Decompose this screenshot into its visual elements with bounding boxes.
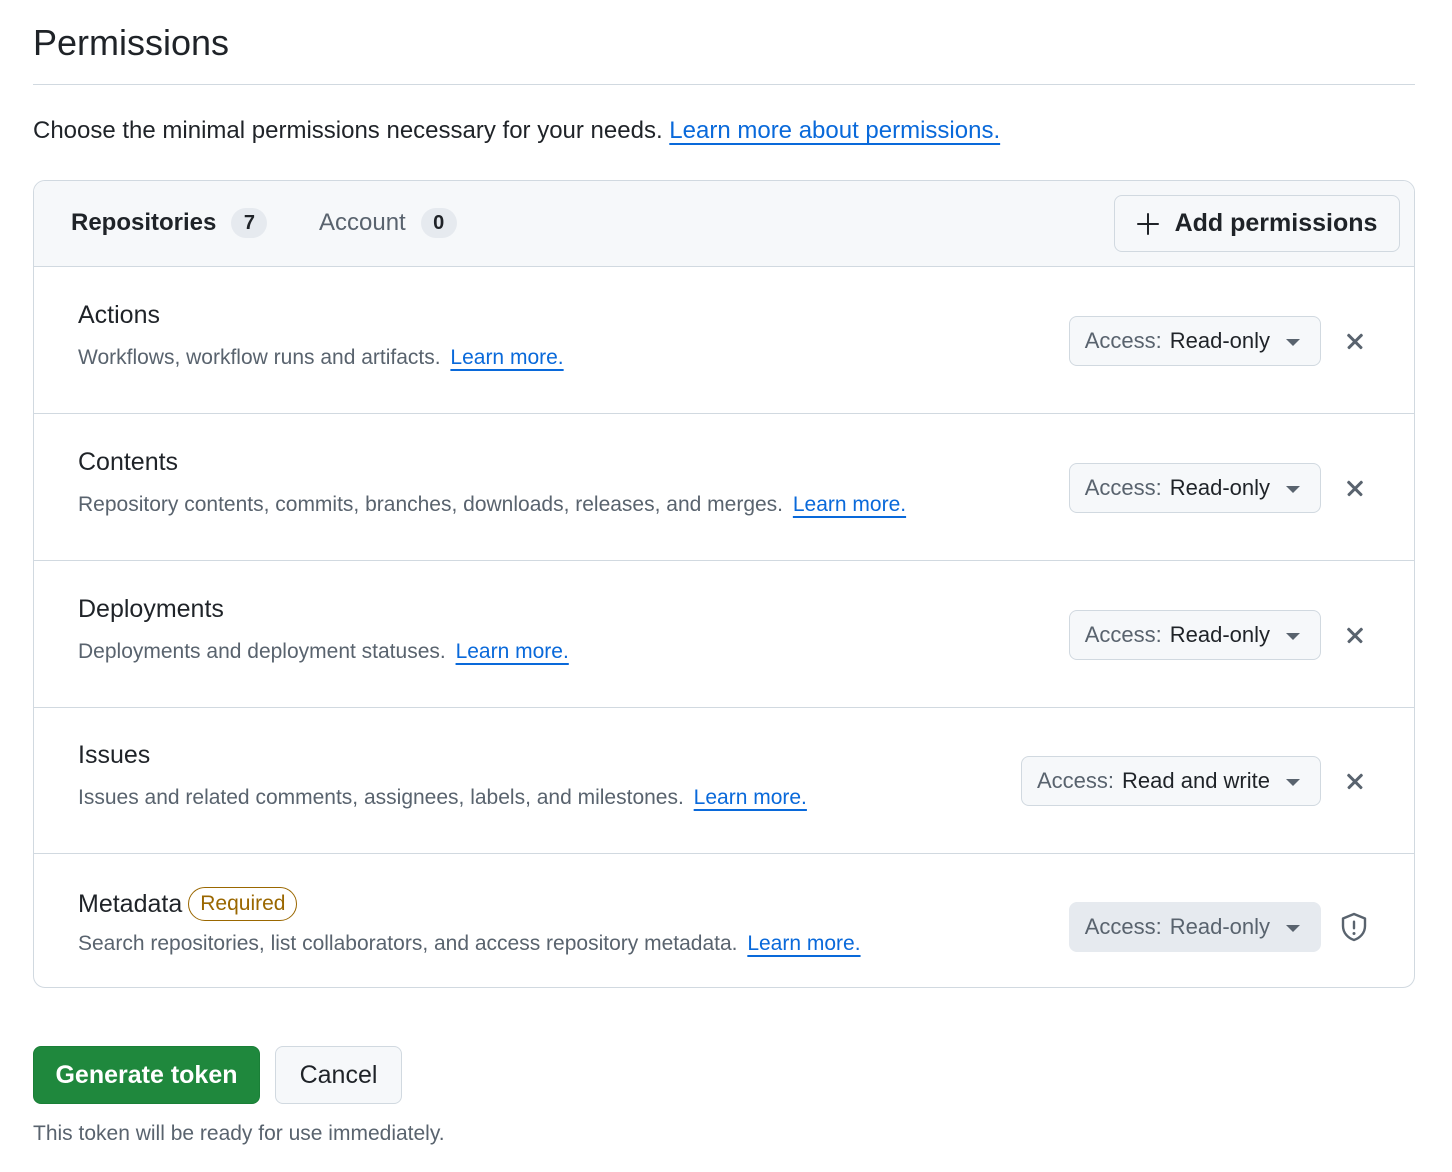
access-value: Read-only xyxy=(1169,622,1270,647)
permission-row-deployments: Deployments Deployments and deployment s… xyxy=(34,561,1414,708)
access-label: Access: xyxy=(1084,622,1162,647)
repositories-count-badge: 7 xyxy=(231,208,268,238)
access-dropdown[interactable]: Access: Read-only xyxy=(1068,463,1321,513)
generate-token-button[interactable]: Generate token xyxy=(33,1046,260,1104)
remove-permission-x-icon[interactable] xyxy=(1340,766,1370,796)
triangle-down-icon xyxy=(1286,779,1300,786)
permission-row-issues: Issues Issues and related comments, assi… xyxy=(34,708,1414,854)
learn-more-link[interactable]: Learn more. xyxy=(450,346,563,369)
triangle-down-icon xyxy=(1286,633,1300,640)
access-dropdown-disabled: Access: Read-only xyxy=(1068,902,1321,952)
permissions-panel: Repositories 7 Account 0 Add permissions… xyxy=(33,180,1415,988)
permission-description-text: Issues and related comments, assignees, … xyxy=(78,786,684,809)
remove-permission-x-icon[interactable] xyxy=(1340,473,1370,503)
learn-more-link[interactable]: Learn more. xyxy=(793,493,906,516)
plus-icon xyxy=(1136,212,1159,235)
cancel-button[interactable]: Cancel xyxy=(275,1046,402,1104)
permission-row-contents: Contents Repository contents, commits, b… xyxy=(34,414,1414,561)
permission-description-text: Deployments and deployment statuses. xyxy=(78,640,446,663)
permission-name-text: Metadata xyxy=(78,889,183,918)
intro-text: Choose the minimal permissions necessary… xyxy=(33,117,1000,145)
permission-name: Metadata Required xyxy=(78,887,298,921)
title-divider xyxy=(33,84,1415,85)
permission-description: Search repositories, list collaborators,… xyxy=(78,932,861,956)
triangle-down-icon xyxy=(1286,486,1300,493)
permission-description-text: Workflows, workflow runs and artifacts. xyxy=(78,346,441,369)
tab-repositories-label: Repositories xyxy=(71,209,217,236)
permission-description: Deployments and deployment statuses. Lea… xyxy=(78,640,569,664)
access-label: Access: xyxy=(1084,328,1162,353)
access-dropdown[interactable]: Access: Read and write xyxy=(1020,756,1321,806)
access-value: Read-only xyxy=(1169,914,1270,939)
remove-permission-x-icon[interactable] xyxy=(1340,620,1370,650)
triangle-down-icon xyxy=(1286,925,1300,932)
permission-description: Issues and related comments, assignees, … xyxy=(78,786,807,810)
token-ready-note: This token will be ready for use immedia… xyxy=(33,1122,445,1145)
learn-more-link[interactable]: Learn more. xyxy=(456,640,569,663)
access-dropdown[interactable]: Access: Read-only xyxy=(1068,316,1321,366)
access-value: Read-only xyxy=(1169,475,1270,500)
remove-permission-x-icon[interactable] xyxy=(1340,326,1370,356)
permission-name: Issues xyxy=(78,741,151,769)
access-value: Read and write xyxy=(1122,768,1270,793)
required-badge: Required xyxy=(188,887,298,921)
add-permissions-label: Add permissions xyxy=(1174,209,1378,237)
permission-description-text: Search repositories, list collaborators,… xyxy=(78,932,738,955)
page-title: Permissions xyxy=(33,22,230,63)
learn-more-link[interactable]: Learn more. xyxy=(747,932,860,955)
add-permissions-button[interactable]: Add permissions xyxy=(1114,195,1400,252)
tab-account-label: Account xyxy=(319,209,406,236)
tab-repositories[interactable]: Repositories 7 xyxy=(71,208,268,238)
permission-row-actions: Actions Workflows, workflow runs and art… xyxy=(34,267,1414,414)
permission-name: Deployments xyxy=(78,595,224,623)
tab-account[interactable]: Account 0 xyxy=(319,208,457,238)
shield-icon xyxy=(1341,912,1367,942)
intro-description: Choose the minimal permissions necessary… xyxy=(33,117,663,144)
access-dropdown[interactable]: Access: Read-only xyxy=(1068,610,1321,660)
access-label: Access: xyxy=(1084,914,1162,939)
access-value: Read-only xyxy=(1169,328,1270,353)
permission-row-metadata: Metadata Required Search repositories, l… xyxy=(34,854,1414,987)
learn-more-link[interactable]: Learn more. xyxy=(694,786,807,809)
permission-name: Actions xyxy=(78,301,160,329)
permission-name: Contents xyxy=(78,448,179,476)
account-count-badge: 0 xyxy=(420,208,457,238)
access-label: Access: xyxy=(1036,768,1115,793)
learn-more-permissions-link[interactable]: Learn more about permissions. xyxy=(669,117,1000,144)
permissions-tabbar: Repositories 7 Account 0 Add permissions xyxy=(34,181,1414,267)
triangle-down-icon xyxy=(1286,339,1300,346)
permission-description-text: Repository contents, commits, branches, … xyxy=(78,493,784,516)
access-label: Access: xyxy=(1084,475,1162,500)
permission-description: Workflows, workflow runs and artifacts. … xyxy=(78,346,564,370)
permission-description: Repository contents, commits, branches, … xyxy=(78,493,906,517)
